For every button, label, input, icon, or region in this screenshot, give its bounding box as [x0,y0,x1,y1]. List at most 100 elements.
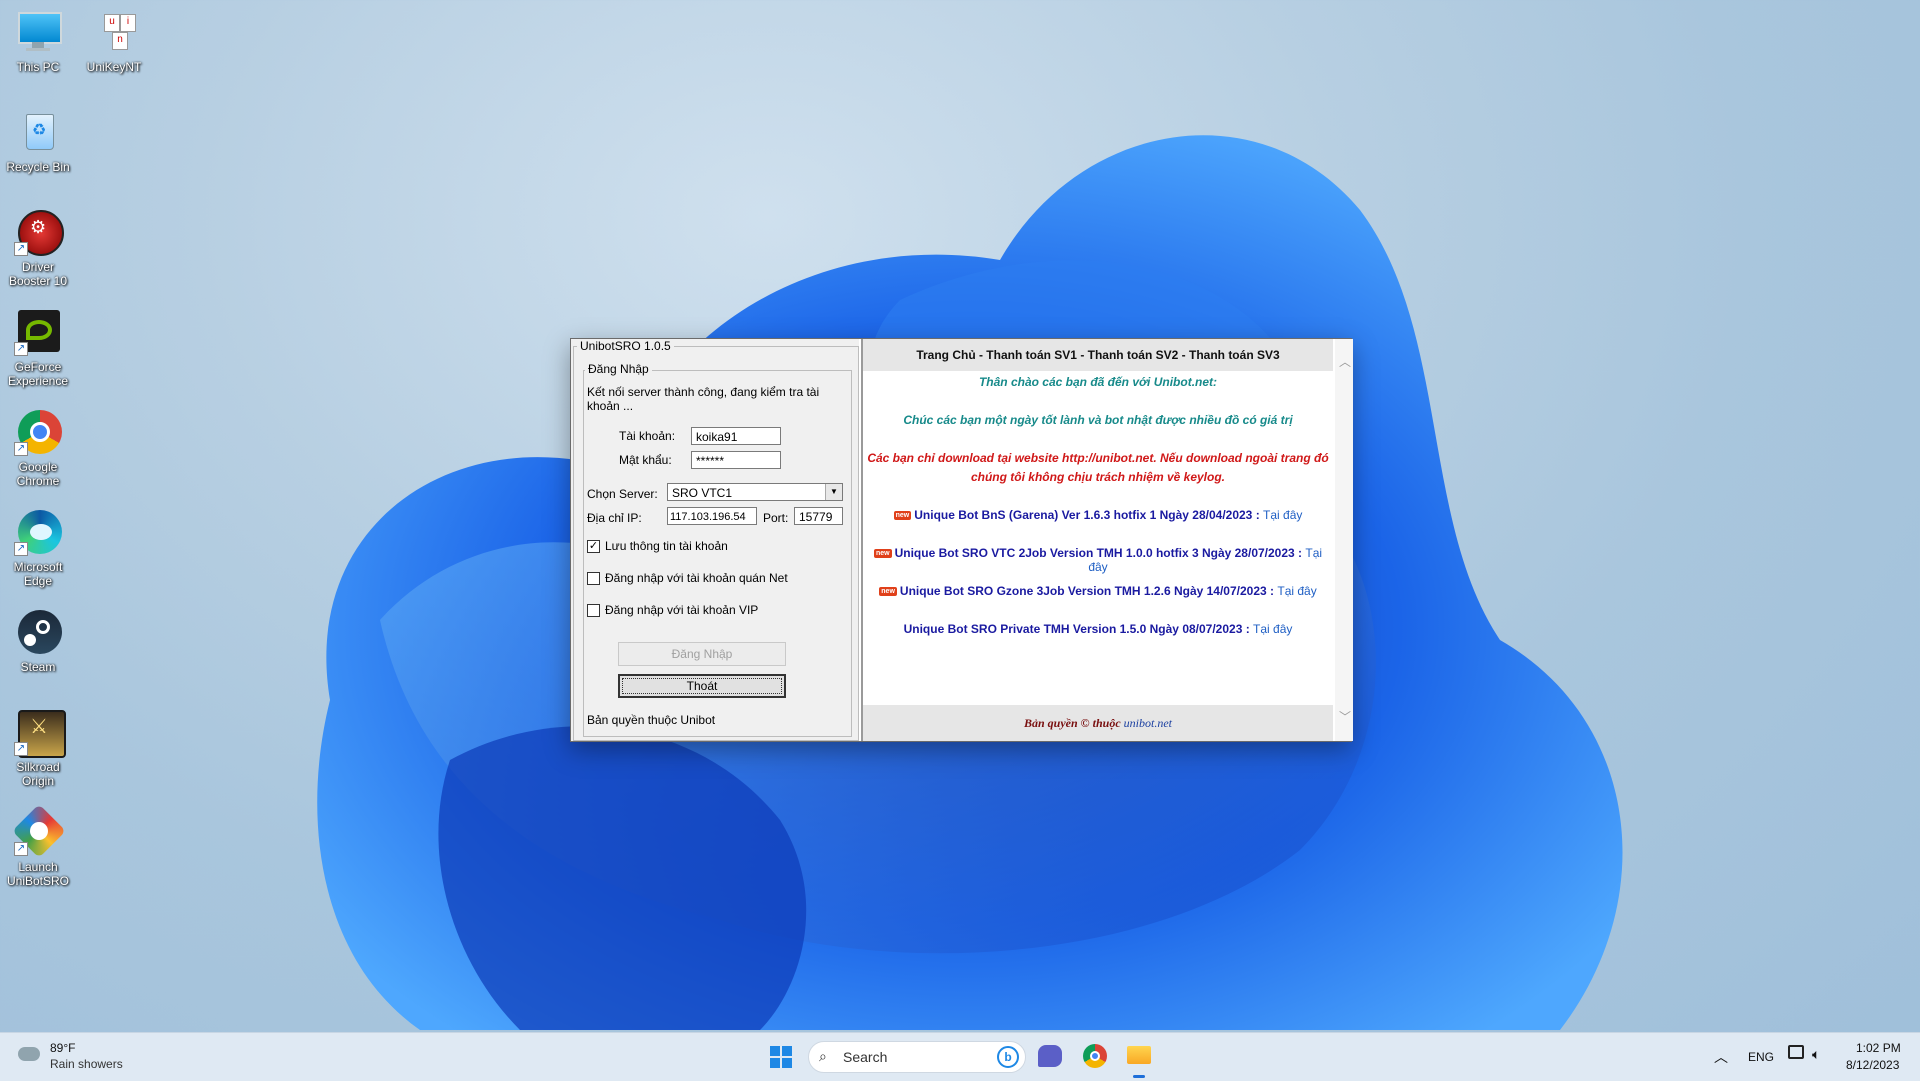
remember-checkbox[interactable]: ✓ [587,540,600,553]
ip-label: Địa chỉ IP: [587,511,642,525]
new-badge-icon: new [893,511,912,521]
desktop-icon-driver-booster[interactable]: ⚙ ↗ Driver Booster 10 [0,208,76,288]
shortcut-arrow-icon: ↗ [14,842,28,856]
desktop-icon-label: Launch UniBotSRO [6,860,70,888]
desktop-icon-label: Google Chrome [16,460,60,488]
desktop-icon-label: Steam [20,660,56,674]
port-label: Port: [763,511,789,525]
login-button[interactable]: Đăng Nhập [618,642,786,666]
server-select-value: SRO VTC1 [672,486,733,500]
desktop-icon-label: Silkroad Origin [16,760,60,788]
nvidia-icon: ↗ [14,308,62,356]
desktop-icon-edge[interactable]: ↗ Microsoft Edge [0,508,76,588]
warning-line-2: chúng tôi không chịu trách nhiệm về keyl… [970,470,1226,484]
clock-time[interactable]: 1:02 PM [1856,1041,1901,1055]
search-placeholder: Search [843,1049,888,1065]
desktop-icon-label: Recycle Bin [6,160,70,174]
unibotsro-window: UnibotSRO 1.0.5 Đăng Nhập Kết nối server… [570,338,1353,742]
edge-icon: ↗ [14,508,62,556]
start-button[interactable] [770,1046,792,1068]
scroll-down-icon[interactable]: ﹀ [1339,708,1351,725]
news-footer: Bản quyền © thuộc unibot.net [863,705,1333,741]
weather-temp: 89°F [50,1041,76,1055]
windows-logo-icon [770,1046,792,1068]
news-item-text: Unique Bot BnS (Garena) Ver 1.6.3 hotfix… [914,508,1260,522]
shortcut-arrow-icon: ↗ [14,242,28,256]
file-explorer-icon[interactable] [1127,1046,1151,1064]
chrome-icon: ↗ [14,408,62,456]
taskbar: 89°F Rain showers ⌕ Search b ︿ ENG 🔈︎ 1:… [0,1032,1920,1081]
rain-cloud-icon [18,1047,40,1061]
recycle-bin-icon: ♻ [14,108,62,156]
desktop-icon-label: GeForce Experience [7,360,69,388]
account-input[interactable]: koika91 [691,427,781,445]
chevron-down-icon[interactable]: ▼ [825,484,842,500]
news-item: new Unique Bot SRO VTC 2Job Version TMH 1… [863,546,1333,574]
shortcut-arrow-icon: ↗ [14,742,28,756]
port-input[interactable]: 15779 [794,507,843,525]
monitor-icon [14,8,62,56]
news-item-link[interactable]: Tại đây [1263,508,1302,522]
news-panel: Trang Chủ - Thanh toán SV1 - Thanh toán … [861,339,1353,741]
new-badge-icon: new [873,549,892,559]
desktop-icon-label: Microsoft Edge [13,560,63,588]
password-input[interactable]: ****** [691,451,781,469]
news-item-link[interactable]: Tại đây [1277,584,1316,598]
desktop-icon-recycle-bin[interactable]: ♻ Recycle Bin [0,108,76,174]
unibot-launcher-icon: ↗ [12,804,66,858]
news-scrollbar[interactable]: ︿ ﹀ [1335,339,1353,741]
netcafe-label: Đăng nhập với tài khoản quán Net [605,571,788,585]
vip-label: Đăng nhập với tài khoản VIP [605,603,759,617]
new-badge-icon: new [879,587,897,597]
copyright-text: Bản quyền thuộc Unibot [587,713,716,727]
login-panel: UnibotSRO 1.0.5 Đăng Nhập Kết nối server… [571,339,859,741]
chevron-up-icon[interactable]: ︿ [1714,1047,1728,1067]
desktop-icon-unikey[interactable]: u i n UniKeyNT [76,8,152,74]
active-app-indicator [1133,1075,1145,1078]
silkroad-icon: ⚔ ↗ [14,708,66,758]
footer-copyright: Bản quyền © thuộc [1024,716,1121,730]
desktop-icon-launch-unibotsro[interactable]: ↗ Launch UniBotSRO [0,804,76,888]
shortcut-arrow-icon: ↗ [14,542,28,556]
desktop-icon-label: This PC [16,60,60,74]
window-title: UnibotSRO 1.0.5 [577,339,674,353]
desktop-icon-steam[interactable]: Steam [0,608,76,674]
desktop-icon-geforce[interactable]: ↗ GeForce Experience [0,308,76,388]
clock-date[interactable]: 8/12/2023 [1846,1058,1899,1072]
news-item-link[interactable]: Tại đây [1253,622,1292,636]
taskbar-search[interactable]: ⌕ Search b [808,1041,1026,1073]
teams-chat-icon[interactable] [1038,1045,1062,1067]
news-header-links[interactable]: Trang Chủ - Thanh toán SV1 - Thanh toán … [863,339,1333,371]
login-group-title: Đăng Nhập [585,362,652,376]
news-item: new Unique Bot BnS (Garena) Ver 1.6.3 hot… [863,508,1333,522]
server-label: Chọn Server: [587,487,658,501]
desktop-icon-label: UniKeyNT [86,60,142,74]
network-icon[interactable] [1788,1045,1804,1059]
vip-checkbox[interactable] [587,604,600,617]
weather-widget[interactable]: 89°F Rain showers [14,1039,134,1075]
desktop-icon-chrome[interactable]: ↗ Google Chrome [0,408,76,488]
exit-button[interactable]: Thoát [618,674,786,698]
remember-label: Lưu thông tin tài khoản [605,539,728,553]
news-item: Unique Bot SRO Private TMH Version 1.5.0… [863,622,1333,636]
status-text: Kết nối server thành công, đang kiểm tra… [587,385,820,413]
news-item-text: Unique Bot SRO Gzone 3Job Version TMH 1.… [899,584,1275,598]
ip-input[interactable]: 117.103.196.54 [667,507,757,525]
warning-line-1: Các bạn chỉ download tại website http://… [867,451,1329,465]
shortcut-arrow-icon: ↗ [14,442,28,456]
desktop-icon-label: Driver Booster 10 [8,260,68,288]
scroll-up-icon[interactable]: ︿ [1339,353,1351,370]
chrome-taskbar-icon[interactable] [1083,1044,1107,1068]
steam-icon [14,608,62,656]
password-label: Mật khẩu: [619,453,672,467]
footer-site-link[interactable]: unibot.net [1124,716,1172,730]
account-label: Tài khoản: [619,429,676,443]
shortcut-arrow-icon: ↗ [14,342,28,356]
desktop-icon-this-pc[interactable]: This PC [0,8,76,74]
server-select[interactable]: SRO VTC1 ▼ [667,483,843,501]
netcafe-checkbox[interactable] [587,572,600,585]
language-indicator[interactable]: ENG [1748,1050,1774,1064]
volume-icon[interactable]: 🔈︎ [1812,1046,1820,1063]
news-item: new Unique Bot SRO Gzone 3Job Version TMH… [863,584,1333,598]
desktop-icon-silkroad[interactable]: ⚔ ↗ Silkroad Origin [0,708,76,788]
